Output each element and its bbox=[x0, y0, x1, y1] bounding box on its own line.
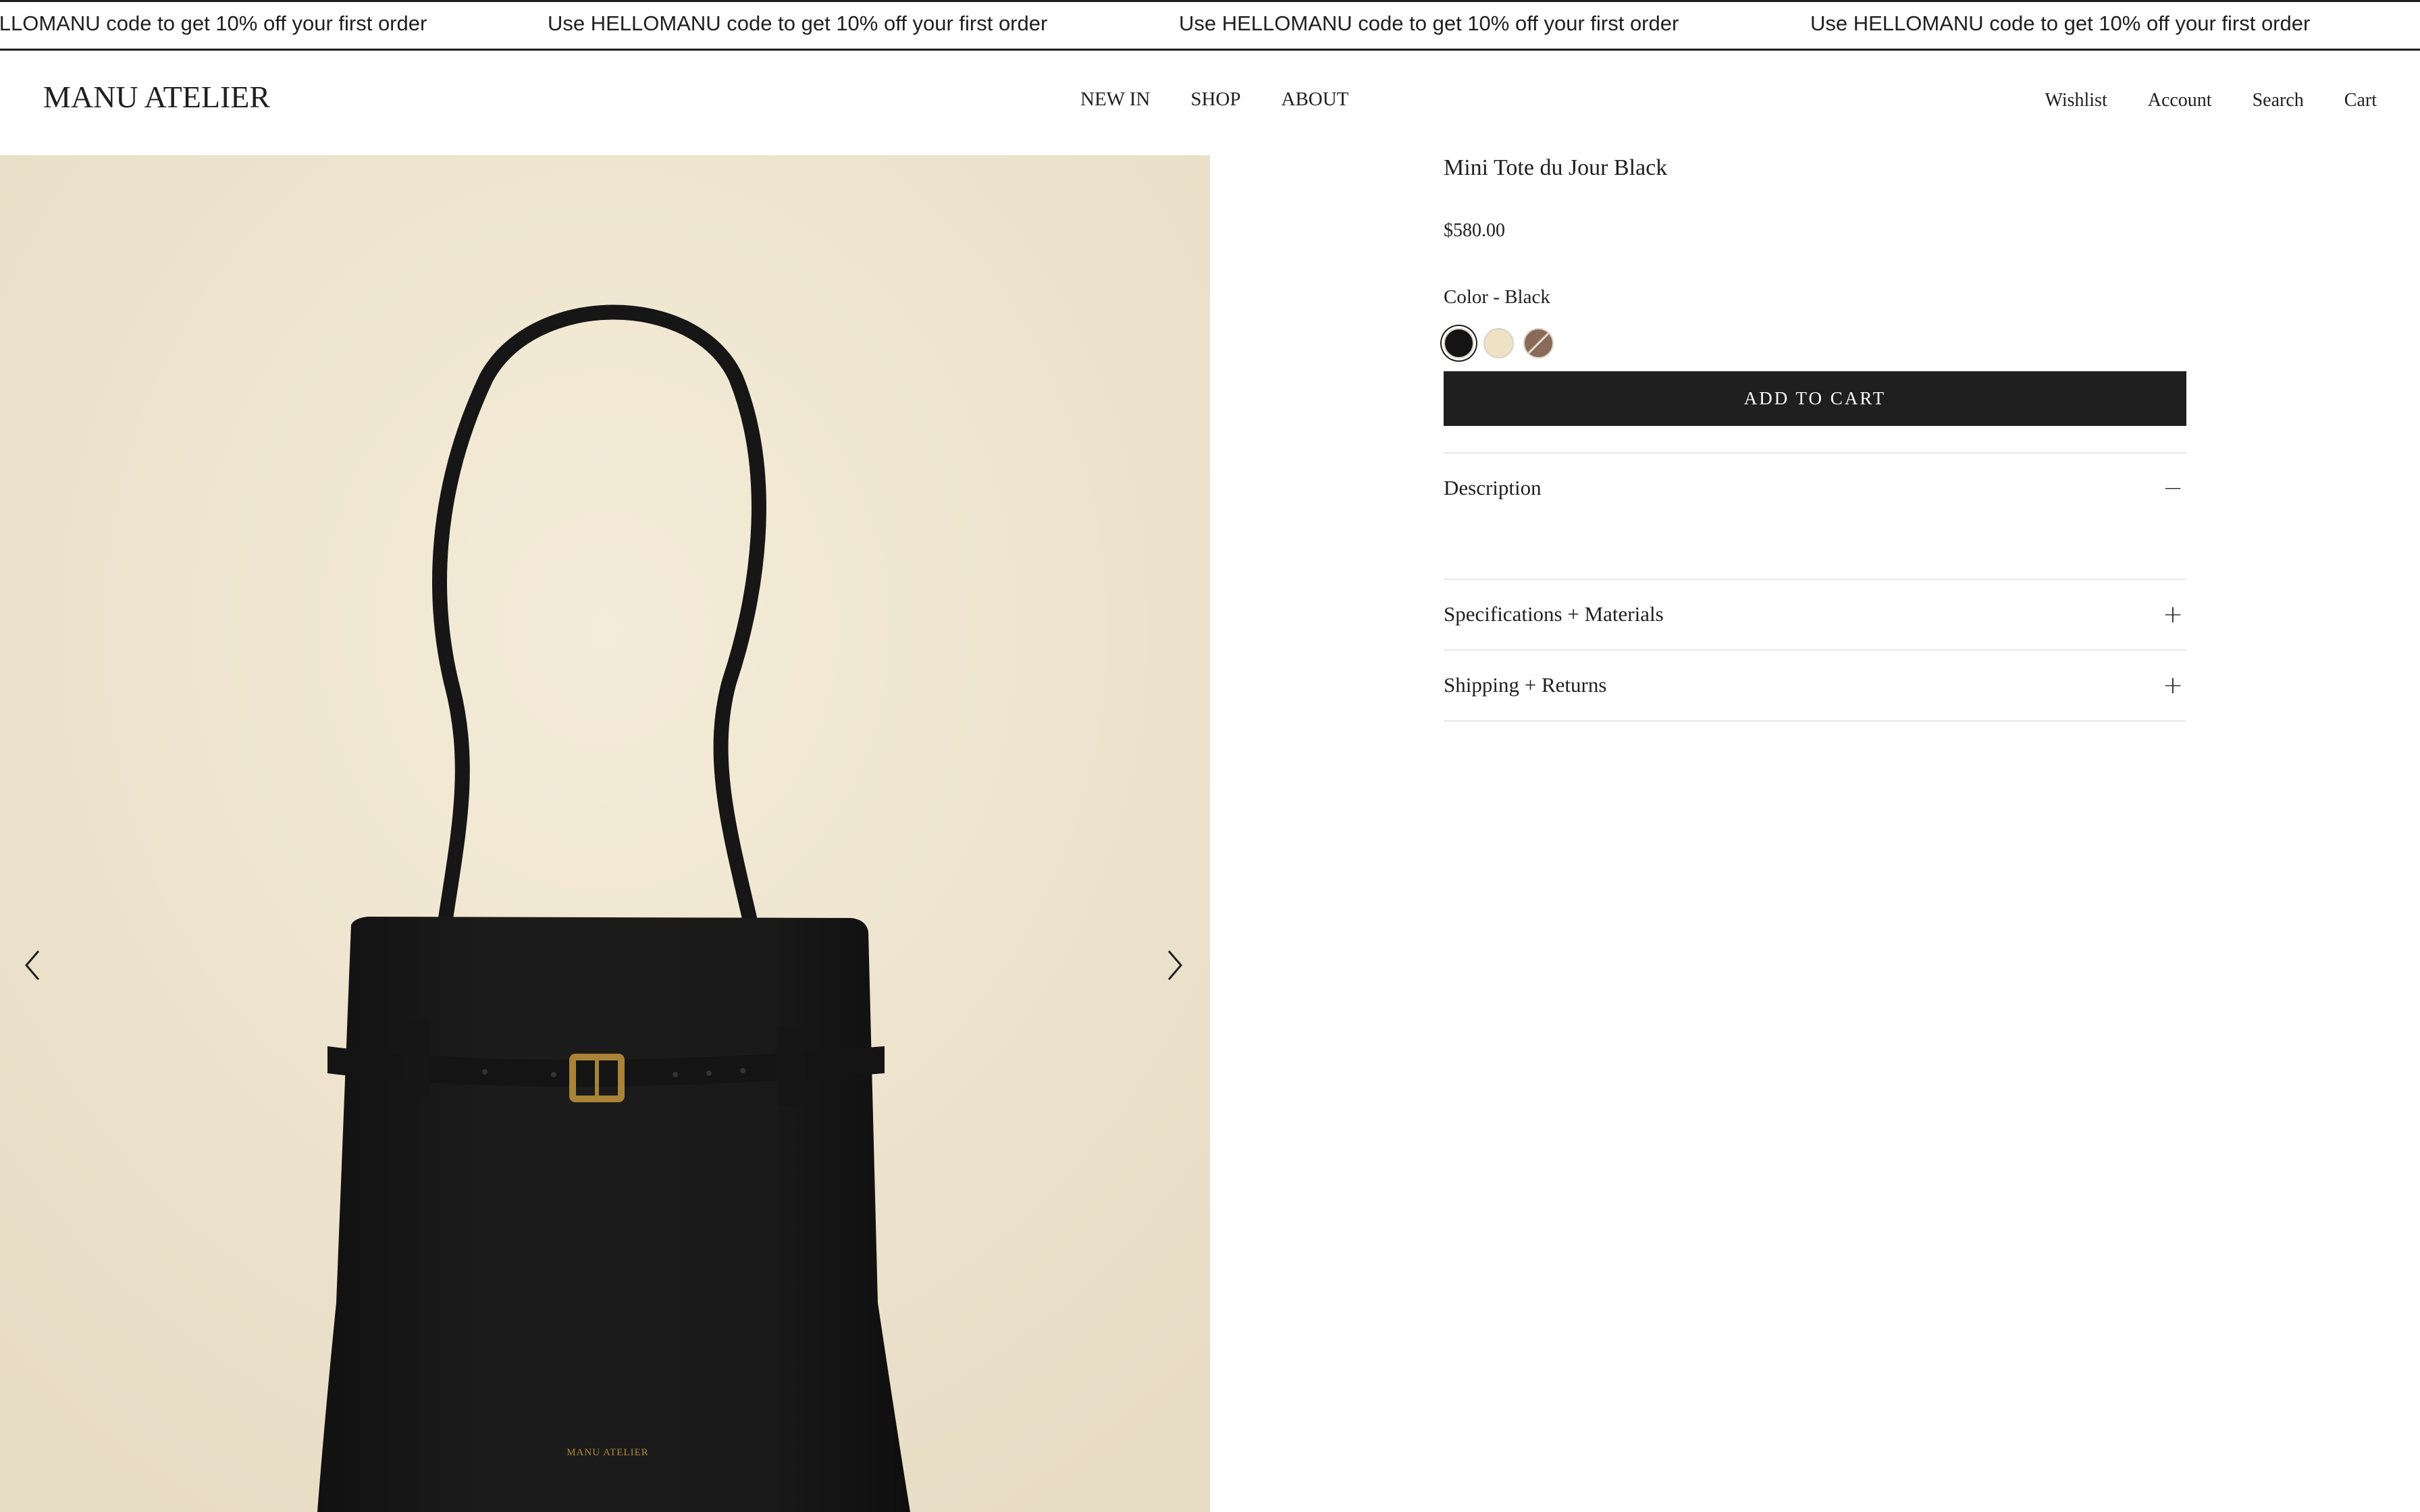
main-nav: NEW IN SHOP ABOUT bbox=[1080, 88, 1348, 111]
chevron-right-icon bbox=[1167, 950, 1182, 980]
nav-about[interactable]: ABOUT bbox=[1282, 88, 1349, 111]
bag-brand-stamp: MANU ATELIER bbox=[567, 1447, 649, 1458]
color-swatches bbox=[1444, 328, 1554, 358]
cart-link[interactable]: Cart bbox=[2344, 90, 2377, 111]
accordion-label: Shipping + Returns bbox=[1444, 673, 1607, 697]
swatch-cream[interactable] bbox=[1483, 328, 1514, 358]
product-image: MANU ATELIER bbox=[0, 155, 1210, 1512]
announcement-message: Use HELLOMANU code to get 10% off your f… bbox=[1179, 11, 1679, 35]
accordion-label: Specifications + Materials bbox=[1444, 602, 1664, 626]
product-gallery: MANU ATELIER bbox=[0, 155, 1210, 1512]
nav-shop[interactable]: SHOP bbox=[1190, 88, 1240, 111]
product-title: Mini Tote du Jour Black bbox=[1444, 155, 1668, 180]
minus-icon: − bbox=[2162, 474, 2184, 502]
plus-icon: + bbox=[2162, 671, 2184, 699]
plus-icon: + bbox=[2162, 600, 2184, 628]
announcement-message: Use HELLOMANU code to get 10% off your f… bbox=[0, 11, 427, 35]
gallery-next-button[interactable] bbox=[1161, 945, 1188, 986]
swatch-black[interactable] bbox=[1444, 328, 1474, 358]
accordion-shipping[interactable]: Shipping + Returns + bbox=[1444, 651, 2186, 719]
color-label: Color - Black bbox=[1444, 286, 1550, 308]
accordion-label: Description bbox=[1444, 476, 1542, 500]
divider bbox=[1444, 649, 2186, 651]
utility-nav: Wishlist Account Search Cart bbox=[2045, 90, 2377, 111]
site-header: MANU ATELIER NEW IN SHOP ABOUT Wishlist … bbox=[0, 51, 2420, 155]
announcement-bar: Use HELLOMANU code to get 10% off your f… bbox=[0, 0, 2420, 51]
unavailable-slash-icon bbox=[1527, 332, 1550, 354]
accordion-specifications[interactable]: Specifications + Materials + bbox=[1444, 580, 2186, 648]
add-to-cart-button[interactable]: ADD TO CART bbox=[1444, 371, 2186, 426]
brand-logo[interactable]: MANU ATELIER bbox=[43, 79, 270, 115]
accordion-description[interactable]: Description − bbox=[1444, 454, 2186, 522]
divider bbox=[1444, 452, 2186, 454]
chevron-left-icon bbox=[25, 950, 40, 980]
nav-new-in[interactable]: NEW IN bbox=[1080, 88, 1150, 111]
wishlist-link[interactable]: Wishlist bbox=[2045, 90, 2107, 111]
announcement-message: Use HELLOMANU code to get 10% off your f… bbox=[548, 11, 1048, 35]
announcement-message: Use HELLOMANU code to get 10% off your f… bbox=[1810, 11, 2311, 35]
divider bbox=[1444, 578, 2186, 580]
swatch-brown[interactable] bbox=[1523, 328, 1554, 358]
gallery-prev-button[interactable] bbox=[19, 945, 46, 986]
divider bbox=[1444, 720, 2186, 722]
account-link[interactable]: Account bbox=[2148, 90, 2212, 111]
product-price: $580.00 bbox=[1444, 220, 1505, 241]
search-link[interactable]: Search bbox=[2253, 90, 2304, 111]
